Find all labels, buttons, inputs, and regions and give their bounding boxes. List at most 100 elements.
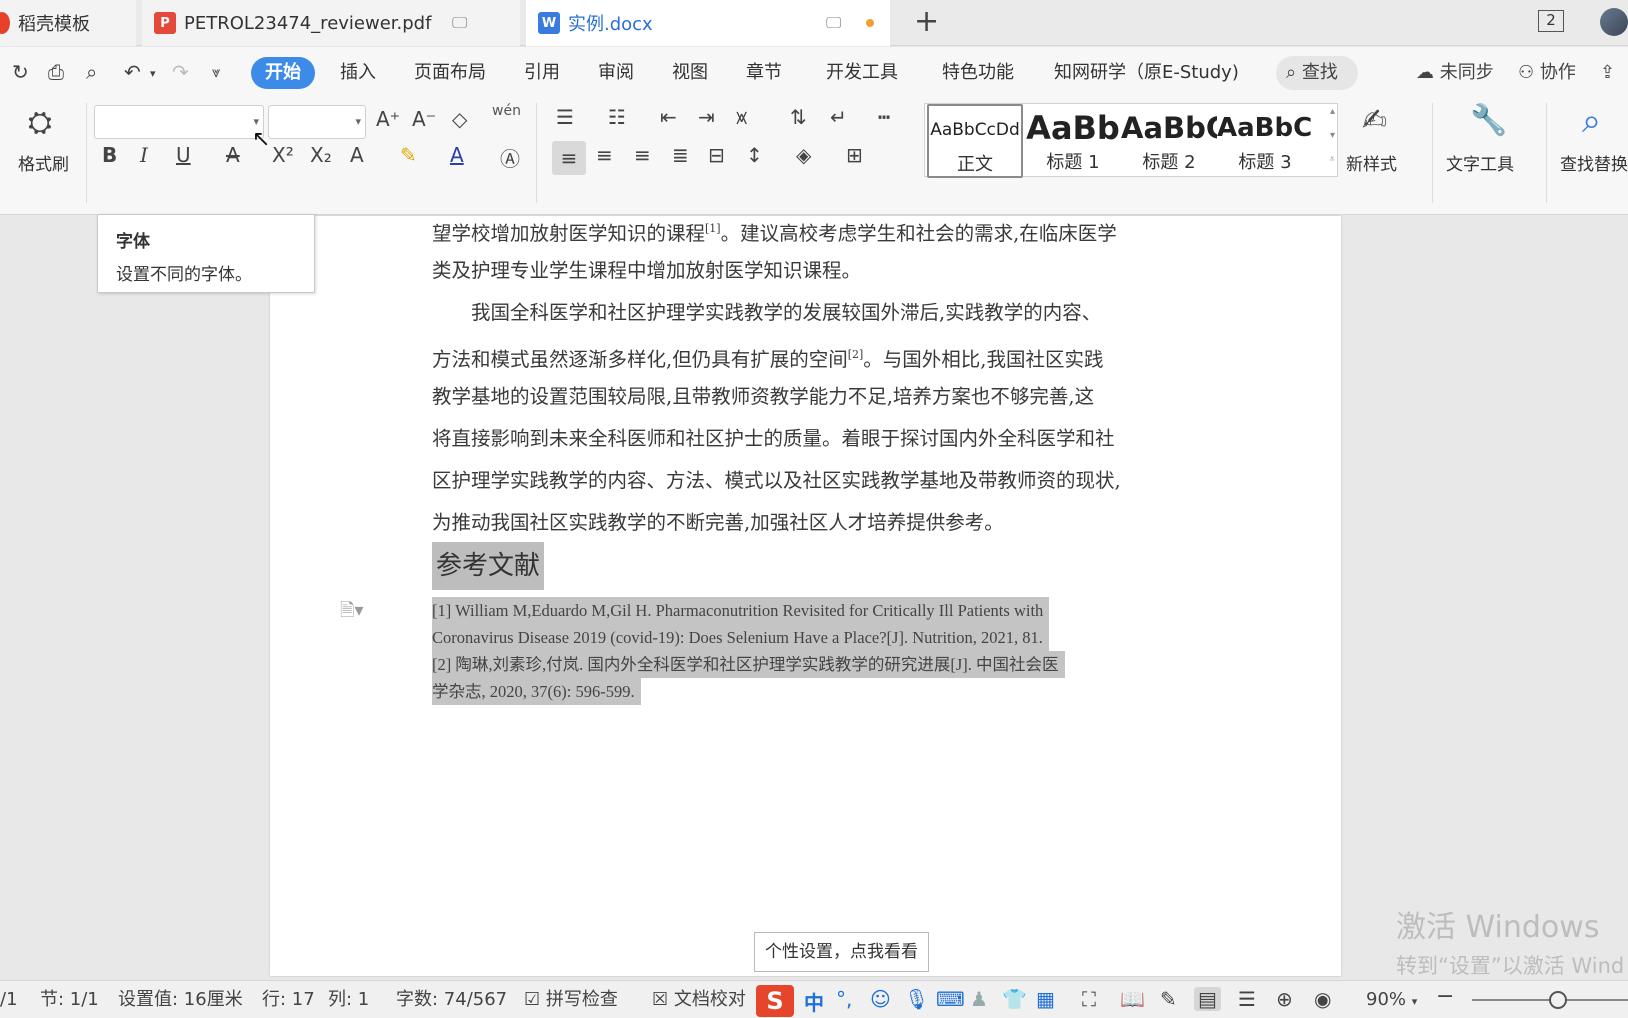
window-count-button[interactable]: 2 <box>1538 10 1564 32</box>
format-painter-label[interactable]: 格式刷 <box>18 150 69 175</box>
ime-personalize-tip[interactable]: 个性设置，点我看看 <box>754 932 929 972</box>
line-spacing-icon[interactable]: ↕ <box>746 143 763 167</box>
grow-font-icon[interactable]: A⁺ <box>376 107 400 131</box>
menu-chapter[interactable]: 章节 <box>746 57 782 89</box>
proofread-button[interactable]: ☒ 文档校对 <box>652 988 746 1012</box>
menu-page-layout[interactable]: 页面布局 <box>414 57 486 89</box>
zoom-slider-knob[interactable] <box>1548 991 1567 1009</box>
new-style-icon[interactable]: ✍ <box>1362 103 1387 138</box>
text-line[interactable]: 区护理学实践教学的内容、方法、模式以及社区实践教学基地及带教师资的现状, <box>432 460 1192 502</box>
paragraph-layout-icon[interactable]: 🗎▾ <box>340 598 364 628</box>
sogou-ime-icon[interactable]: S <box>756 985 794 1017</box>
monitor-icon[interactable]: 🖵 <box>826 13 841 33</box>
undo-dropdown-icon[interactable]: ▾ <box>150 67 156 80</box>
gallery-expand-icon[interactable]: ⩡ <box>1329 154 1335 165</box>
new-style-label[interactable]: 新样式 <box>1346 150 1397 175</box>
user-avatar[interactable] <box>1600 8 1628 36</box>
gallery-up-icon[interactable]: ▴ <box>1330 106 1335 117</box>
menu-review[interactable]: 审阅 <box>598 57 634 89</box>
tab-pdf-document[interactable]: P PETROL23474_reviewer.pdf 🖵 <box>142 0 520 46</box>
bullet-list-icon[interactable]: ☰ <box>556 105 574 129</box>
wrench-icon[interactable]: 🔧 <box>1470 103 1507 138</box>
fullscreen-icon[interactable]: ⛶ <box>1082 987 1096 1011</box>
text-line[interactable]: 类及护理专业学生课程中增加放射医学知识课程。 <box>432 250 1192 292</box>
reference-line[interactable]: [1] William M,Eduardo M,Gil H. Pharmacon… <box>432 597 1050 624</box>
eye-protection-icon[interactable]: ◉ <box>1314 987 1331 1011</box>
chevron-down-icon[interactable]: ▾ <box>355 115 361 128</box>
font-color-icon[interactable]: A <box>450 143 464 167</box>
print-icon[interactable]: ⎙ <box>48 60 64 84</box>
tab-active-docx[interactable]: W 实例.docx 🖵 <box>526 0 890 46</box>
format-painter-icon[interactable]: ⛭ <box>28 105 52 140</box>
text-line[interactable]: 我国全科医学和社区护理学实践教学的发展较国外滞后,实践教学的内容、 <box>432 292 1192 334</box>
redo-format-icon[interactable]: ↻ <box>12 60 29 84</box>
strikethrough-icon[interactable]: A <box>226 143 240 167</box>
skin-shirt-icon[interactable]: 👕 <box>1002 987 1027 1011</box>
borders-icon[interactable]: ⊞ <box>846 143 863 167</box>
print-preview-icon[interactable]: ⌕ <box>86 60 97 84</box>
text-line[interactable]: 将直接影响到未来全科医师和社区护士的质量。着眼于探讨国内外全科医学和社 <box>432 418 1192 460</box>
reference-line[interactable]: Coronavirus Disease 2019 (covid-19): Doe… <box>432 624 1049 651</box>
pinyin-guide-icon[interactable]: wén <box>492 103 521 119</box>
menu-cnki-estudy[interactable]: 知网研学（原E-Study) <box>1054 57 1239 89</box>
text-effect-icon[interactable]: A <box>350 143 364 167</box>
menu-insert[interactable]: 插入 <box>340 57 376 89</box>
customize-toolbar-icon[interactable]: ⩔ <box>212 63 220 81</box>
document-page[interactable]: 望学校增加放射医学知识的课程[1]。建议高校考虑学生和社会的需求,在临床医学 类及… <box>270 216 1341 976</box>
highlight-icon[interactable]: ✎ <box>400 143 417 167</box>
new-tab-plus-icon[interactable]: + <box>914 6 939 38</box>
italic-icon[interactable]: I <box>140 143 148 167</box>
decrease-indent-icon[interactable]: ⇤ <box>660 105 677 129</box>
text-line[interactable]: 方法和模式虽然逐渐多样化,但仍具有扩展的空间[2]。与国外相比,我国社区实践 <box>432 334 1192 381</box>
page-indicator[interactable]: /1 <box>0 988 18 1012</box>
write-mode-icon[interactable]: ✎ <box>1160 987 1177 1011</box>
zoom-level[interactable]: 90% ▾ <box>1366 988 1417 1014</box>
share-icon[interactable]: ⇪ <box>1600 57 1615 89</box>
microphone-icon[interactable]: 🎙 <box>904 987 929 1011</box>
row-indicator[interactable]: 行: 17 <box>262 988 315 1012</box>
redo-icon[interactable]: ↷ <box>172 60 189 84</box>
menu-start[interactable]: 开始 <box>251 57 315 89</box>
underline-icon[interactable]: U <box>176 143 191 167</box>
tab-ruler-icon[interactable]: ┅ <box>878 105 890 129</box>
justify-icon[interactable]: ≣ <box>672 143 689 167</box>
style-heading-1[interactable]: AaBb 标题 1 <box>1025 104 1121 178</box>
document-area[interactable]: 望学校增加放射医学知识的课程[1]。建议高校考虑学生和社会的需求,在临床医学 类及… <box>0 216 1628 976</box>
reference-line[interactable]: [2] 陶琳,刘素珍,付岚. 国内外全科医学和社区护理学实践教学的研究进展[J]… <box>432 651 1065 678</box>
sort-icon[interactable]: ⇅ <box>790 105 807 129</box>
column-indicator[interactable]: 列: 1 <box>328 988 369 1012</box>
text-tools-label[interactable]: 文字工具 <box>1446 150 1514 175</box>
undo-icon[interactable]: ↶ <box>124 60 141 84</box>
section-indicator[interactable]: 节: 1/1 <box>40 988 99 1012</box>
font-name-input[interactable]: ▾ <box>94 105 264 139</box>
text-line[interactable]: 教学基地的设置范围较局限,且带教师资教学能力不足,培养方案也不够完善,这 <box>432 376 1192 418</box>
search-button[interactable]: ⌕ 查找 <box>1276 56 1358 90</box>
find-replace-icon[interactable]: ⌕ <box>1582 101 1601 141</box>
spellcheck-button[interactable]: ☑ 拼写检查 <box>524 988 618 1012</box>
ime-chinese-mode[interactable]: 中 <box>804 987 824 1016</box>
monitor-icon[interactable]: 🖵 <box>452 13 467 33</box>
numbered-list-icon[interactable]: ☷ <box>608 105 626 129</box>
style-heading-3[interactable]: AaBbCc 标题 3 <box>1217 104 1313 178</box>
shading-icon[interactable]: ◈ <box>796 143 811 167</box>
reference-line[interactable]: 学杂志, 2020, 37(6): 596-599. <box>432 678 641 705</box>
references-heading[interactable]: 参考文献 <box>432 542 545 590</box>
keyboard-icon[interactable]: ⌨ <box>936 987 965 1011</box>
align-center-icon[interactable]: ≡ <box>596 143 613 167</box>
show-marks-icon[interactable]: ↵ <box>830 105 847 129</box>
clear-format-icon[interactable]: ◇ <box>452 107 467 131</box>
ime-user-icon[interactable]: ♟ <box>970 987 988 1011</box>
distributed-icon[interactable]: ⊟ <box>708 143 725 167</box>
collaborate-button[interactable]: ⚇ 协作 <box>1518 57 1576 89</box>
tab-docer-templates[interactable]: 稻壳模板 <box>0 0 136 46</box>
menu-view[interactable]: 视图 <box>672 57 708 89</box>
menu-special-features[interactable]: 特色功能 <box>942 57 1014 89</box>
emoji-icon[interactable]: ☺ <box>870 987 891 1011</box>
page-view-icon[interactable]: ▤ <box>1194 987 1221 1011</box>
ime-punctuation[interactable]: °, <box>836 987 852 1011</box>
outline-view-icon[interactable]: ☰ <box>1238 987 1256 1011</box>
reading-mode-icon[interactable]: 📖 <box>1120 987 1145 1011</box>
align-left-icon[interactable]: ≡ <box>552 141 586 175</box>
word-count[interactable]: 字数: 74/567 <box>396 988 507 1012</box>
text-line[interactable]: 为推动我国社区实践教学的不断完善,加强社区人才培养提供参考。 <box>432 502 1192 544</box>
